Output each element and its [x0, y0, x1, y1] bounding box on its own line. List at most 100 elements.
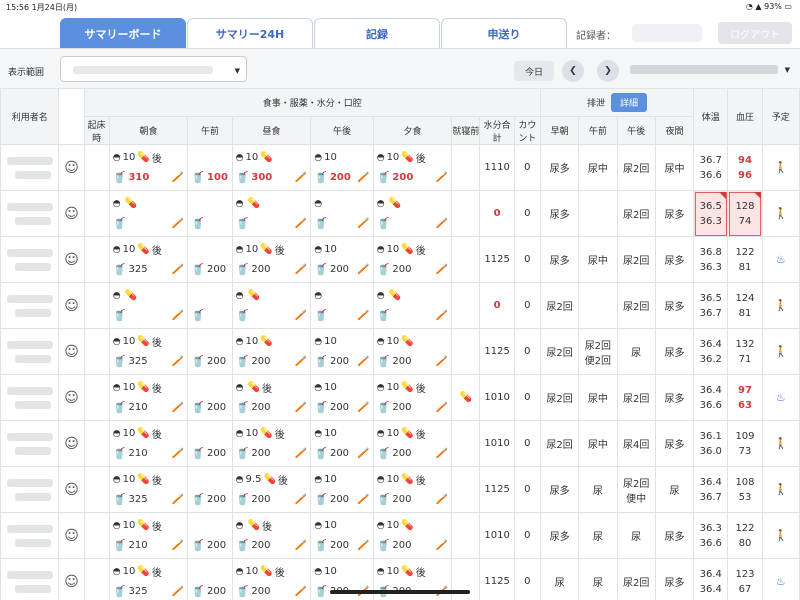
wake-cell[interactable] [83, 236, 110, 283]
temperature-cell[interactable]: 36.5 36.3 [693, 190, 729, 237]
prev-day-button[interactable]: ❮ [562, 60, 584, 82]
temperature-cell[interactable]: 36.4 36.2 [693, 328, 729, 375]
bedtime-cell[interactable]: 💊 [451, 374, 481, 421]
meal-cell[interactable]: ◓10 🥤200 🪥 [310, 466, 374, 513]
tab-records[interactable]: 記録 [314, 18, 440, 48]
face-icon[interactable]: ☺ [58, 144, 85, 191]
meal-cell[interactable]: ◓10💊後 🥤200 🪥 [231, 420, 312, 467]
resident-name-redacted[interactable] [0, 236, 60, 283]
detail-button[interactable]: 詳細 [611, 93, 648, 112]
excretion-early[interactable]: 尿2回 [539, 374, 580, 421]
resident-name-redacted[interactable] [0, 282, 60, 329]
resident-name-redacted[interactable] [0, 512, 60, 559]
table-row[interactable]: ☺◓10💊後🥤325🪥🥤200◓10💊後🥤200🪥◓10🥤200🪥◓10💊後🥤2… [0, 236, 800, 283]
temperature-cell[interactable]: 36.5 36.7 [693, 282, 729, 329]
meal-cell[interactable]: 🥤 200 [187, 512, 233, 559]
resident-name-redacted[interactable] [0, 420, 60, 467]
meal-cell[interactable]: ◓ 9.5 💊 後 🥤 200 🪥 [231, 466, 312, 513]
meal-cell[interactable]: ◓ 10 💊 後 🥤 325 🪥 [108, 328, 189, 375]
blood-pressure-cell[interactable]: 124 81 [727, 282, 763, 329]
wake-cell[interactable] [83, 420, 110, 467]
meal-cell[interactable]: ◓10💊後 🥤200 🪥 [372, 144, 453, 191]
temperature-cell[interactable]: 36.8 36.3 [693, 236, 729, 283]
table-row[interactable]: ☺ ◓ 10 💊 後 🥤 310 🪥 🥤 100 ◓ 10 💊 🥤 300 🪥 ◓ 10 🥤 200 🪥 ◓ 10 💊 後 🥤 20… [0, 144, 800, 191]
meal-cell[interactable]: ◓10💊後 🥤200 🪥 [372, 420, 453, 467]
temperature-cell[interactable]: 36.7 36.6 [693, 144, 729, 191]
excretion-pm[interactable]: 尿 [616, 328, 656, 375]
meal-cell[interactable]: ◓10 🥤200 🪥 [310, 144, 374, 191]
wake-cell[interactable] [83, 190, 110, 237]
meal-cell[interactable]: ◓10💊後 🥤200 🪥 [372, 466, 453, 513]
meal-cell[interactable]: ◓10💊後 🥤200 🪥 [372, 236, 453, 283]
blood-pressure-cell[interactable]: 132 71 [727, 328, 763, 375]
excretion-am[interactable]: 尿 [578, 512, 618, 559]
blood-pressure-cell[interactable]: 94 96 [727, 144, 763, 191]
tab-handover[interactable]: 申送り [441, 18, 567, 48]
excretion-night[interactable]: 尿多 [654, 328, 695, 375]
excretion-early[interactable]: 尿2回 [539, 328, 580, 375]
blood-pressure-cell[interactable]: 123 67 [727, 558, 763, 600]
bedtime-cell[interactable] [451, 282, 481, 329]
excretion-pm[interactable]: 尿2回 [616, 282, 656, 329]
meal-cell[interactable]: ◓ 10 💊 🥤 300 🪥 [231, 144, 312, 191]
excretion-am[interactable]: 尿中 [578, 144, 618, 191]
temperature-cell[interactable]: 36.4 36.6 [693, 374, 729, 421]
excretion-early[interactable]: 尿 [539, 558, 580, 600]
excretion-early[interactable]: 尿多 [539, 466, 580, 513]
face-icon[interactable]: ☺ [58, 282, 85, 329]
wake-cell[interactable] [83, 466, 110, 513]
excretion-night[interactable]: 尿多 [654, 558, 695, 600]
table-row[interactable]: ☺ ◓ 10 💊 後 🥤 210 🪥 🥤 200 ◓ 10 💊 後 🥤 200 🪥 ◓ 10 🥤 200 🪥 ◓ 10 💊 後 🥤 2… [0, 420, 800, 467]
face-icon[interactable]: ☺ [58, 236, 85, 283]
plan-cell[interactable]: 🚶 [761, 466, 800, 513]
wake-cell[interactable] [83, 282, 110, 329]
resident-name-redacted[interactable] [0, 328, 60, 375]
excretion-pm[interactable]: 尿2回 [616, 190, 656, 237]
meal-cell[interactable]: ◓ 💊 🥤 🪥 [108, 190, 189, 237]
temperature-cell[interactable]: 36.1 36.0 [693, 420, 729, 467]
excretion-pm[interactable]: 尿2回 [616, 374, 656, 421]
excretion-pm[interactable]: 尿2回 [616, 144, 656, 191]
meal-cell[interactable]: ◓ 💊 🥤 🪥 [231, 190, 312, 237]
excretion-night[interactable]: 尿 [654, 466, 695, 513]
table-row[interactable]: ☺ ◓ 10 💊 後 🥤 210 🪥 🥤 200 ◓ 💊 後 🥤 200 🪥 ◓ 10 🥤 200 🪥 ◓ 10 💊 後 🥤 200… [0, 374, 800, 421]
bedtime-cell[interactable] [451, 236, 481, 283]
meal-cell[interactable]: ◓ 10 💊 後 🥤 310 🪥 [108, 144, 189, 191]
excretion-am[interactable]: 尿中 [578, 420, 618, 467]
bedtime-cell[interactable] [451, 466, 481, 513]
meal-cell[interactable]: ◓ 10 💊 🥤 200 🪥 [231, 328, 312, 375]
blood-pressure-cell[interactable]: 97 63 [727, 374, 763, 421]
meal-cell[interactable]: ◓ 10 💊 後 🥤 325 🪥 [108, 558, 189, 600]
meal-cell[interactable]: ◓10💊後 🥤200 🪥 [231, 236, 312, 283]
excretion-night[interactable]: 尿多 [654, 374, 695, 421]
meal-cell[interactable]: ◓10 🥤200 🪥 [310, 328, 374, 375]
excretion-am[interactable]: 尿2回 便2回 [578, 328, 618, 375]
blood-pressure-cell[interactable]: 128 74 [727, 190, 763, 237]
face-icon[interactable]: ☺ [58, 190, 85, 237]
excretion-pm[interactable]: 尿2回 [616, 236, 656, 283]
logout-button[interactable]: ログアウト [718, 22, 792, 44]
excretion-am[interactable]: 尿 [578, 558, 618, 600]
plan-cell[interactable]: 🚶 [761, 190, 800, 237]
excretion-early[interactable]: 尿多 [539, 236, 580, 283]
excretion-early[interactable]: 尿多 [539, 144, 580, 191]
face-icon[interactable]: ☺ [58, 512, 85, 559]
meal-cell[interactable]: ◓ 💊 🥤 🪥 [372, 190, 453, 237]
blood-pressure-cell[interactable]: 108 53 [727, 466, 763, 513]
excretion-night[interactable]: 尿中 [654, 144, 695, 191]
bedtime-cell[interactable] [451, 144, 481, 191]
bedtime-cell[interactable] [451, 512, 481, 559]
meal-cell[interactable]: ◓ 10 💊 後 🥤 210 🪥 [108, 512, 189, 559]
plan-cell[interactable]: 🚶 [761, 512, 800, 559]
face-icon[interactable]: ☺ [58, 328, 85, 375]
blood-pressure-cell[interactable]: 109 73 [727, 420, 763, 467]
meal-cell[interactable]: 🥤 200 [187, 328, 233, 375]
table-row[interactable]: ☺ ◓ 💊 🥤 🪥 🥤 ◓ 💊 🥤 🪥 ◓ 🥤 🪥 ◓ 💊 🥤 🪥 0 0 尿2回 尿2回 尿多 36.5 36.7 124 81… [0, 282, 800, 329]
meal-cell[interactable]: ◓ 🥤 🪥 [310, 190, 374, 237]
resident-name-redacted[interactable] [0, 466, 60, 513]
excretion-night[interactable]: 尿多 [654, 236, 695, 283]
meal-cell[interactable]: ◓10 🥤200 🪥 [310, 512, 374, 559]
excretion-night[interactable]: 尿多 [654, 190, 695, 237]
excretion-early[interactable]: 尿多 [539, 190, 580, 237]
meal-cell[interactable]: ◓ 10 💊 🥤 200 🪥 [372, 512, 453, 559]
